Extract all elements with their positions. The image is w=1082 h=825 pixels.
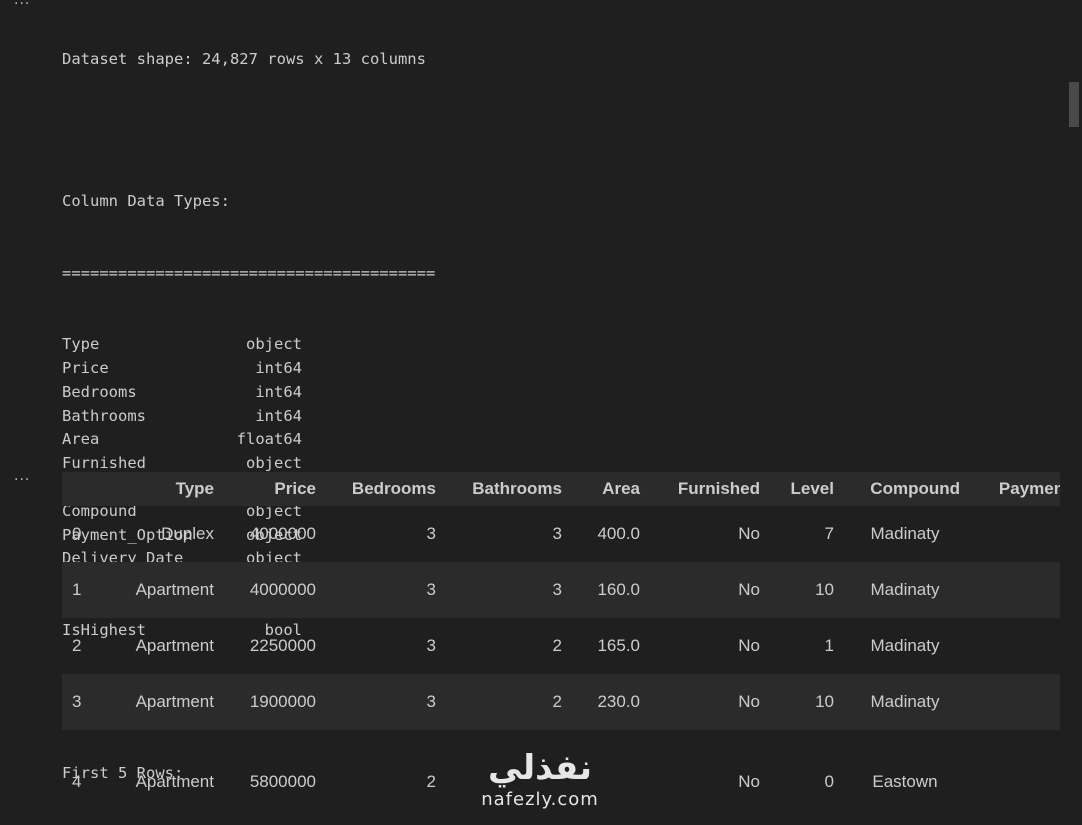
dtype-column-name: Bedrooms [62,382,137,401]
row-index: 2 [72,636,82,655]
table-cell: Madinaty [870,524,940,543]
table-cell: 10 [815,580,834,599]
scrollbar-thumb[interactable] [1069,82,1079,127]
table-cell: Cash [968,674,1060,730]
table-row: 2Apartment225000032165.0No1MadinatyCashR… [62,618,1060,674]
dtype-column-name: Bathrooms [62,406,146,425]
watermark-latin: nafezly.com [481,789,599,810]
table-row: 3 Apartment 1900000 3 2 230.0 No 10 Madinaty Cash… [62,674,1060,730]
column-header: Bathrooms [472,479,562,498]
row-index: 0 [72,524,82,543]
table-cell: 2 [426,771,436,791]
table-cell: Cash [968,618,1060,674]
table-cell: Madinaty [870,692,940,711]
table-cell: 2 [552,636,562,655]
table-row: 0Duplex400000033400.0No7MadinatyCashRe [62,506,1060,562]
table-cell: 3 [552,524,562,543]
table-cell: 2250000 [249,636,316,655]
table-cell: No [738,636,760,655]
table-cell: No [738,524,760,543]
cell-output-more-button[interactable]: ··· [14,0,30,12]
table-cell: 230.0 [597,692,640,711]
table-row: 1 Apartment 4000000 3 3 160.0 No 10 Madinaty Cash… [62,562,1060,618]
column-header: Area [602,479,640,498]
dtype-column-name: Price [62,358,109,377]
dtype-value: object [246,335,302,354]
dtype-value: float64 [236,430,302,449]
dtype-column-name: Type [62,335,100,354]
column-header: Price [274,479,316,498]
table-header-row: Type Price Bedrooms Bathrooms Area Furnished L… [62,472,1060,506]
column-header: Bedrooms [351,479,436,498]
row-index: 4 [72,771,82,791]
column-header: Type [175,479,214,498]
table-cell: 1900000 [249,692,316,711]
table-cell: 400.0 [597,524,640,543]
table-cell: Duplex [161,524,214,543]
dtype-value: int64 [255,406,302,425]
column-header: Compound [870,479,960,498]
table-cell: Apartment [135,771,214,791]
table-cell: Apartment [135,692,214,711]
table-cell: 7 [824,524,834,543]
dtype-value: int64 [255,358,302,377]
dtype-row: Bedrooms int64 [62,381,435,405]
dtype-value: int64 [255,382,302,401]
separator: ======================================== [62,263,436,282]
dtype-row: Price int64 [62,357,435,381]
watermark-arabic: نفذلي [487,748,593,788]
table-cell: 4000000 [249,524,316,543]
watermark-logo: نفذلي nafezly.com [470,748,610,820]
table-cell: 165.0 [597,636,640,655]
table-cell: Cash [968,562,1060,618]
column-header: Furnished [677,479,760,498]
table-cell: 5800000 [249,771,316,791]
table-cell: No [738,771,760,791]
cell-output-more-button[interactable]: ··· [14,472,30,488]
table-cell: 3 [426,636,436,655]
dtypes-header: Column Data Types: [62,192,230,211]
table-cell: 0 [824,771,834,791]
table-cell: 3 [426,524,436,543]
dtype-column-name: Area [62,430,100,449]
column-header: Level [790,479,834,498]
dtype-row: Type object [62,333,435,357]
table-cell: No [738,580,760,599]
dtype-row: Area float64 [62,428,435,452]
row-index: 3 [72,692,82,711]
dtype-row: Bathrooms int64 [62,405,435,429]
table-cell: 160.0 [597,580,640,599]
table-cell: Madinaty [870,636,940,655]
table-cell: Cash [968,730,1060,825]
table-cell: 4000000 [249,580,316,599]
table-cell: 3 [426,692,436,711]
table-cell: Eastown [872,771,938,791]
table-cell: Cash [968,506,1060,562]
table-cell: Apartment [135,580,214,599]
table-cell: No [738,692,760,711]
table-cell: 1 [824,636,834,655]
column-header: Payment_Option [998,479,1060,498]
shape-line: Dataset shape: 24,827 rows x 13 columns [62,49,426,68]
table-cell: 3 [426,580,436,599]
table-cell: 2 [552,692,562,711]
table-cell: 3 [552,580,562,599]
column-header [62,472,100,506]
table-cell: Madinaty [870,580,940,599]
row-index: 1 [72,580,82,599]
table-cell: Apartment [135,636,214,655]
table-cell: 10 [815,692,834,711]
